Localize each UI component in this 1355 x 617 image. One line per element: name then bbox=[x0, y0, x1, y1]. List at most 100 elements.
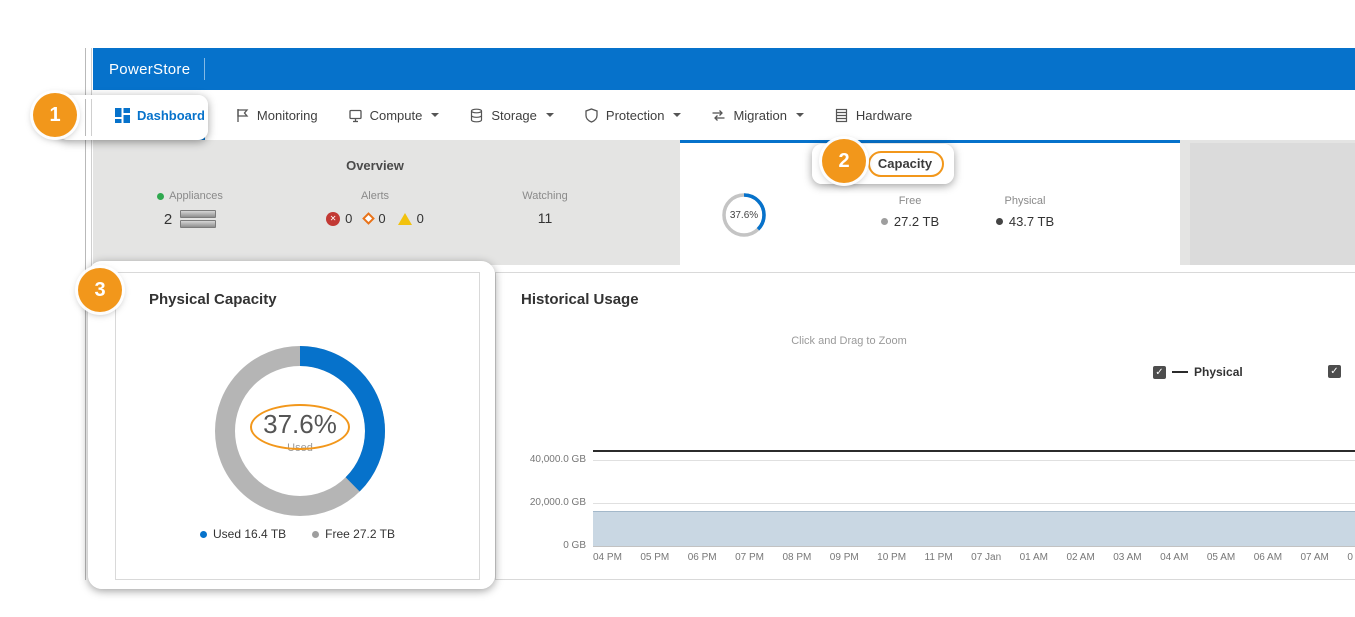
header-divider bbox=[204, 58, 205, 80]
y-tick: 20,000.0 GB bbox=[496, 497, 586, 508]
nav-item-monitoring[interactable]: Monitoring bbox=[235, 90, 318, 140]
appliance-icon bbox=[180, 210, 216, 228]
health-ok-dot-icon bbox=[157, 193, 164, 200]
main-nav: Dashboard Monitoring Compute Storage Pro… bbox=[93, 90, 1355, 140]
callout-step-1: 1 bbox=[33, 93, 77, 137]
x-tick: 07 AM bbox=[1301, 552, 1329, 563]
migration-icon bbox=[711, 108, 726, 123]
checked-checkbox-icon[interactable] bbox=[1153, 366, 1166, 379]
screenshot-left-edge bbox=[85, 48, 86, 580]
app-header: PowerStore bbox=[93, 48, 1355, 90]
x-tick: 07 PM bbox=[735, 552, 764, 563]
nav-label: Storage bbox=[491, 108, 537, 123]
donut-percent-sublabel: Used bbox=[287, 442, 313, 454]
free-value: 27.2 TB bbox=[894, 214, 939, 229]
nav-label: Dashboard bbox=[137, 108, 205, 123]
nav-item-protection[interactable]: Protection bbox=[584, 90, 682, 140]
storage-icon bbox=[469, 108, 484, 123]
x-tick: 02 AM bbox=[1066, 552, 1094, 563]
performance-tab-partial[interactable] bbox=[1190, 143, 1355, 265]
used-dot-icon bbox=[200, 531, 207, 538]
shield-icon bbox=[584, 108, 599, 123]
historical-usage-card: Historical Usage Click and Drag to Zoom … bbox=[495, 272, 1355, 580]
appliances-count: 2 bbox=[164, 211, 172, 228]
nav-label: Protection bbox=[606, 108, 665, 123]
legend-used-label: Used 16.4 TB bbox=[213, 527, 286, 541]
watching-summary[interactable]: Watching 11 bbox=[500, 190, 590, 226]
nav-label: Compute bbox=[370, 108, 423, 123]
nav-label: Hardware bbox=[856, 108, 912, 123]
x-tick: 04 PM bbox=[593, 552, 622, 563]
alerts-summary[interactable]: Alerts 0 0 0 bbox=[315, 190, 435, 226]
x-tick: 01 AM bbox=[1020, 552, 1048, 563]
chart-plot-area[interactable] bbox=[593, 433, 1355, 546]
physical-value: 43.7 TB bbox=[1009, 214, 1054, 229]
legend-free: Free 27.2 TB bbox=[312, 527, 395, 541]
x-tick: 06 PM bbox=[688, 552, 717, 563]
x-tick: 05 AM bbox=[1207, 552, 1235, 563]
physical-capacity-card: Physical Capacity 37.6% Used Used 16.4 T… bbox=[115, 272, 480, 580]
x-tick: 03 AM bbox=[1113, 552, 1141, 563]
x-tick: 04 AM bbox=[1160, 552, 1188, 563]
free-label: Free bbox=[865, 195, 955, 207]
appliances-summary[interactable]: Appliances 2 bbox=[130, 190, 250, 228]
alerts-label: Alerts bbox=[361, 190, 389, 202]
x-tick: 06 AM bbox=[1254, 552, 1282, 563]
nav-item-compute[interactable]: Compute bbox=[348, 90, 440, 140]
minor-alert-count: 0 bbox=[417, 211, 424, 226]
physical-label: Physical bbox=[975, 195, 1075, 207]
major-alert-icon bbox=[363, 212, 376, 225]
callout-step-3: 3 bbox=[78, 268, 122, 312]
checked-checkbox-icon[interactable] bbox=[1328, 365, 1341, 378]
historical-usage-title: Historical Usage bbox=[521, 291, 639, 308]
capacity-tab[interactable]: Capacity 37.6% Free 27.2 TB Physical 43.… bbox=[680, 140, 1180, 265]
nav-item-dashboard[interactable]: Dashboard bbox=[115, 90, 205, 140]
chevron-down-icon bbox=[546, 113, 554, 117]
donut-percent: 37.6% bbox=[263, 409, 337, 440]
flag-icon bbox=[235, 108, 250, 123]
chevron-down-icon bbox=[673, 113, 681, 117]
donut-legend: Used 16.4 TB Free 27.2 TB bbox=[116, 527, 479, 541]
legend-physical-label: Physical bbox=[1194, 365, 1243, 379]
physical-capacity-title: Physical Capacity bbox=[149, 291, 277, 308]
chevron-down-icon bbox=[796, 113, 804, 117]
capacity-gauge-percent: 37.6% bbox=[720, 191, 768, 239]
critical-alert-icon bbox=[326, 212, 340, 226]
overview-tab-title[interactable]: Overview bbox=[330, 158, 420, 173]
x-tick: 05 PM bbox=[640, 552, 669, 563]
x-axis-line bbox=[593, 546, 1355, 547]
nav-item-storage[interactable]: Storage bbox=[469, 90, 554, 140]
x-tick: 08 PM bbox=[782, 552, 811, 563]
watching-label: Watching bbox=[522, 190, 567, 202]
free-dot-icon bbox=[881, 218, 888, 225]
legend-used: Used 16.4 TB bbox=[200, 527, 286, 541]
capacity-gauge: 37.6% bbox=[720, 191, 768, 239]
free-dot-icon bbox=[312, 531, 319, 538]
callout-step-2: 2 bbox=[822, 139, 866, 183]
legend-free-label: Free 27.2 TB bbox=[325, 527, 395, 541]
legend-physical-toggle[interactable]: Physical bbox=[1153, 365, 1243, 379]
compute-icon bbox=[348, 108, 363, 123]
line-swatch-icon bbox=[1172, 371, 1188, 373]
hardware-icon bbox=[834, 108, 849, 123]
dashboard-icon bbox=[115, 108, 130, 123]
y-tick: 40,000.0 GB bbox=[496, 454, 586, 465]
nav-item-migration[interactable]: Migration bbox=[711, 90, 803, 140]
appliances-label: Appliances bbox=[169, 190, 223, 202]
x-tick: 09 PM bbox=[830, 552, 859, 563]
legend-second-toggle-partial[interactable] bbox=[1328, 365, 1341, 378]
major-alert-count: 0 bbox=[378, 211, 385, 226]
screenshot-left-edge-inner bbox=[91, 48, 92, 580]
critical-alert-count: 0 bbox=[345, 211, 352, 226]
x-axis-ticks: 04 PM 05 PM 06 PM 07 PM 08 PM 09 PM 10 P… bbox=[593, 552, 1353, 563]
summary-strip: Overview Appliances 2 Alerts 0 0 bbox=[93, 140, 1355, 265]
app-brand: PowerStore bbox=[109, 61, 190, 78]
watching-count: 11 bbox=[538, 210, 553, 226]
zoom-hint: Click and Drag to Zoom bbox=[769, 335, 929, 347]
nav-item-hardware[interactable]: Hardware bbox=[834, 90, 912, 140]
physical-dot-icon bbox=[996, 218, 1003, 225]
capacity-donut-chart: 37.6% Used bbox=[215, 346, 385, 516]
nav-label: Monitoring bbox=[257, 108, 318, 123]
minor-alert-icon bbox=[398, 213, 412, 225]
y-tick: 0 GB bbox=[496, 540, 586, 551]
